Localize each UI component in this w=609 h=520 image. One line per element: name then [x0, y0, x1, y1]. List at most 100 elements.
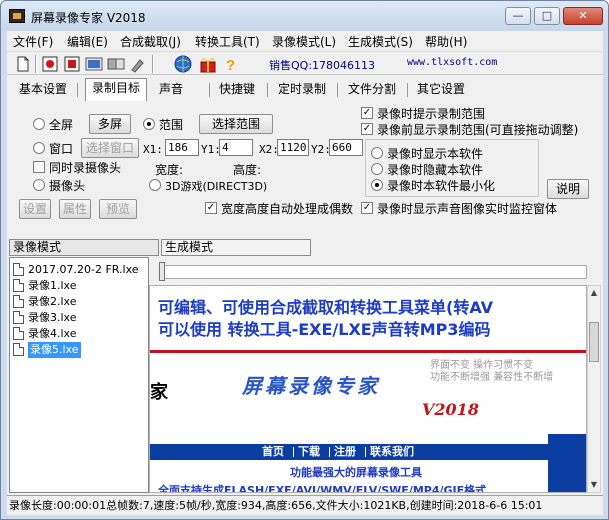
file-list-item[interactable]: 录像3.lxe — [12, 310, 148, 326]
explain-button[interactable]: 说明 — [547, 179, 589, 199]
scroll-down-icon[interactable]: ▼ — [588, 478, 600, 492]
minimize-software-radio[interactable] — [371, 179, 383, 191]
select-range-button[interactable]: 选择范围 — [199, 114, 273, 134]
menu-file[interactable]: 文件(F) — [13, 33, 53, 50]
file-list-item[interactable]: 录像1.lxe — [12, 278, 148, 294]
file-name: 录像4.lxe — [28, 327, 77, 340]
app-logo-icon — [9, 9, 25, 23]
tab-hotkeys[interactable]: 快捷键 — [213, 80, 261, 100]
hint-range-label: 录像时提示录制范围 — [377, 107, 486, 121]
tab-separator — [77, 83, 78, 97]
screen-select-icon[interactable] — [62, 54, 82, 74]
auto-even-checkbox[interactable]: ✓ — [205, 202, 217, 214]
range-label: 范围 — [159, 118, 184, 132]
menu-convert-tools[interactable]: 转换工具(T) — [195, 33, 260, 50]
record-mode-header[interactable]: 录像模式 — [9, 239, 159, 256]
preview-nav-home: 首页 — [262, 445, 284, 458]
range-radio[interactable] — [143, 118, 155, 130]
tab-file-split[interactable]: 文件分割 — [342, 80, 402, 100]
help-icon[interactable]: ? — [220, 54, 240, 74]
playback-slider-thumb[interactable] — [159, 262, 165, 281]
show-software-radio[interactable] — [371, 147, 383, 159]
monitor-window-checkbox[interactable]: ✓ — [361, 202, 373, 214]
preview-screen: 可编辑、可使用合成截取和转换工具菜单(转AV 可以使用 转换工具-EXE/LXE… — [149, 285, 587, 493]
settings-button[interactable]: 设置 — [19, 199, 51, 219]
menu-compose-capture[interactable]: 合成截取(J) — [120, 33, 181, 50]
show-software-label: 录像时显示本软件 — [387, 147, 484, 161]
toolbar-separator — [152, 55, 154, 73]
tab-sound[interactable]: 声音 — [153, 80, 189, 100]
close-button[interactable]: ✕ — [563, 7, 603, 25]
tab-record-target[interactable]: 录制目标 — [85, 78, 147, 101]
hint-range-checkbox[interactable]: ✓ — [361, 107, 373, 119]
file-list-item[interactable]: 录像2.lxe — [12, 294, 148, 310]
recording-file-list: 2017.07.20-2 FR.lxe 录像1.lxe 录像2.lxe 录像3.lxe… — [9, 257, 149, 493]
record-icon[interactable] — [40, 54, 60, 74]
scroll-thumb[interactable] — [589, 322, 599, 362]
file-icon — [13, 279, 24, 292]
menu-edit[interactable]: 编辑(E) — [67, 33, 108, 50]
multiscreen-button[interactable]: 多屏 — [89, 114, 131, 134]
file-icon — [13, 343, 24, 356]
hide-software-radio[interactable] — [371, 163, 383, 175]
minimize-software-label: 录像时本软件最小化 — [387, 179, 496, 193]
tab-separator — [267, 83, 268, 97]
file-name: 录像5.lxe — [28, 342, 81, 358]
convert-icon[interactable] — [106, 54, 126, 74]
globe-icon[interactable] — [173, 54, 193, 74]
also-record-camera-checkbox[interactable] — [33, 161, 45, 173]
menu-generate-mode[interactable]: 生成模式(S) — [348, 33, 413, 50]
auto-even-label: 宽度高度自动处理成偶数 — [221, 202, 354, 216]
file-list-item[interactable]: 2017.07.20-2 FR.lxe — [12, 262, 148, 278]
window-radio[interactable] — [33, 142, 45, 154]
x2-field[interactable]: 1120 — [277, 139, 309, 156]
record-target-panel: 全屏 多屏 范围 选择范围 窗口 选择窗口 X1: 186 Y1: 4 X2: … — [9, 101, 601, 243]
preview-button[interactable]: 预览 — [99, 199, 137, 219]
properties-button[interactable]: 属性 — [59, 199, 91, 219]
y1-field[interactable]: 4 — [219, 139, 253, 156]
file-list-item[interactable]: 录像4.lxe — [12, 326, 148, 342]
website-link[interactable]: www.tlxsoft.com — [407, 57, 497, 68]
maximize-button[interactable]: □ — [534, 7, 560, 25]
video-icon[interactable] — [84, 54, 104, 74]
file-icon — [13, 327, 24, 340]
sales-qq-link[interactable]: 销售QQ:178046113 — [269, 57, 375, 73]
file-icon — [13, 263, 24, 276]
show-range-before-checkbox[interactable]: ✓ — [361, 123, 373, 135]
x1-field[interactable]: 186 — [165, 139, 199, 156]
preview-nav-contact: 联系我们 — [370, 445, 414, 458]
new-file-icon[interactable] — [13, 54, 33, 74]
minimize-button[interactable]: — — [505, 7, 531, 25]
3d-game-radio[interactable] — [149, 179, 161, 191]
preview-red-divider — [150, 350, 586, 353]
menu-bar: 文件(F) 编辑(E) 合成截取(J) 转换工具(T) 录像模式(L) 生成模式… — [7, 31, 603, 50]
file-name: 录像1.lxe — [28, 279, 77, 292]
hide-software-label: 录像时隐藏本软件 — [387, 163, 484, 177]
fullscreen-radio[interactable] — [33, 118, 45, 130]
preview-vertical-scrollbar[interactable]: ▲ ▼ — [587, 285, 601, 493]
y2-field[interactable]: 660 — [329, 139, 363, 156]
client-area: 文件(F) 编辑(E) 合成截取(J) 转换工具(T) 录像模式(L) 生成模式… — [7, 31, 603, 515]
camera-radio[interactable] — [33, 179, 45, 191]
camera-label: 摄像头 — [49, 179, 86, 193]
select-window-button[interactable]: 选择窗口 — [81, 138, 139, 158]
menu-help[interactable]: 帮助(H) — [425, 33, 467, 50]
nav-separator — [365, 447, 366, 457]
generate-mode-header[interactable]: 生成模式 — [161, 239, 311, 256]
tab-other-settings[interactable]: 其它设置 — [411, 80, 471, 100]
nav-separator — [293, 447, 294, 457]
fullscreen-label: 全屏 — [49, 118, 74, 132]
tab-scheduled-record[interactable]: 定时录制 — [272, 80, 332, 100]
playback-slider-track[interactable] — [159, 265, 587, 279]
file-list-item[interactable]: 录像5.lxe — [12, 342, 148, 358]
scroll-up-icon[interactable]: ▲ — [588, 286, 600, 300]
menu-record-mode[interactable]: 录像模式(L) — [272, 33, 336, 50]
height-label: 高度: — [233, 163, 262, 177]
show-range-before-label: 录像前显示录制范围(可直接拖动调整) — [377, 123, 579, 137]
brush-icon[interactable] — [128, 54, 148, 74]
y1-label: Y1: — [201, 143, 221, 156]
gift-icon[interactable] — [198, 54, 218, 74]
tab-basic-settings[interactable]: 基本设置 — [13, 80, 73, 100]
toolbar-separator — [35, 55, 37, 73]
also-record-camera-label: 同时录摄像头 — [49, 161, 122, 175]
